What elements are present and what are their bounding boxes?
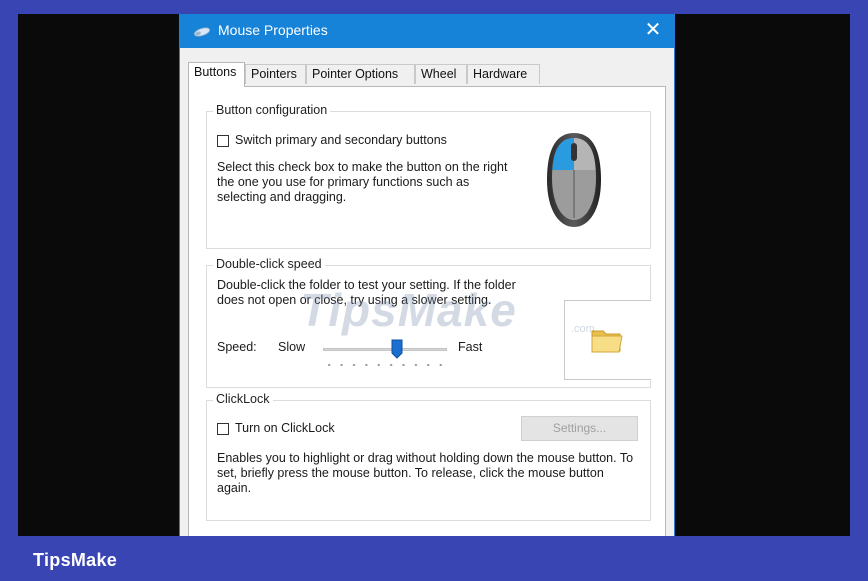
button-configuration-legend: Button configuration [213,103,331,117]
watermark-suffix: .com [571,323,595,335]
mouse-illustration-icon [543,130,605,235]
switch-buttons-checkbox[interactable] [217,135,229,147]
brand-bar: TipsMake [0,536,868,581]
tab-wheel[interactable]: Wheel [415,64,467,84]
button-configuration-description: Select this check box to make the button… [217,160,508,204]
clicklock-description: Enables you to highlight or drag without… [217,451,634,495]
clicklock-label[interactable]: Turn on ClickLock [235,421,335,435]
close-icon[interactable]: ✕ [640,18,666,42]
clicklock-checkbox[interactable] [217,423,229,435]
clicklock-settings-button[interactable]: Settings... [521,416,638,441]
tab-hardware[interactable]: Hardware [467,64,540,84]
tab-pointers[interactable]: Pointers [245,64,306,84]
fast-label: Fast [458,340,483,354]
window-title: Mouse Properties [218,22,328,38]
double-click-speed-slider-thumb[interactable] [391,339,403,359]
mouse-properties-dialog: Mouse Properties ✕ Buttons Pointers Poin… [179,14,675,538]
folder-icon[interactable] [590,323,624,362]
tab-pointer-options[interactable]: Pointer Options [306,64,415,84]
double-click-speed-legend: Double-click speed [213,257,325,271]
clicklock-legend: ClickLock [213,392,273,406]
title-bar[interactable]: Mouse Properties ✕ [180,14,674,48]
slow-label: Slow [278,340,306,354]
clicklock-group: ClickLock Turn on ClickLock Settings... … [206,392,651,521]
button-configuration-group: Button configuration Switch primary and … [206,103,651,249]
double-click-description: Double-click the folder to test your set… [217,278,516,307]
mouse-icon [193,25,211,43]
double-click-test-area[interactable] [564,300,651,380]
speed-label: Speed: [217,340,257,354]
slider-ticks [323,363,447,367]
tab-buttons[interactable]: Buttons [188,62,245,87]
switch-buttons-label[interactable]: Switch primary and secondary buttons [235,133,447,147]
brand-logo-text: TipsMake [33,550,118,570]
double-click-speed-slider-track[interactable] [323,348,447,351]
buttons-tab-panel: Button configuration Switch primary and … [188,86,666,538]
